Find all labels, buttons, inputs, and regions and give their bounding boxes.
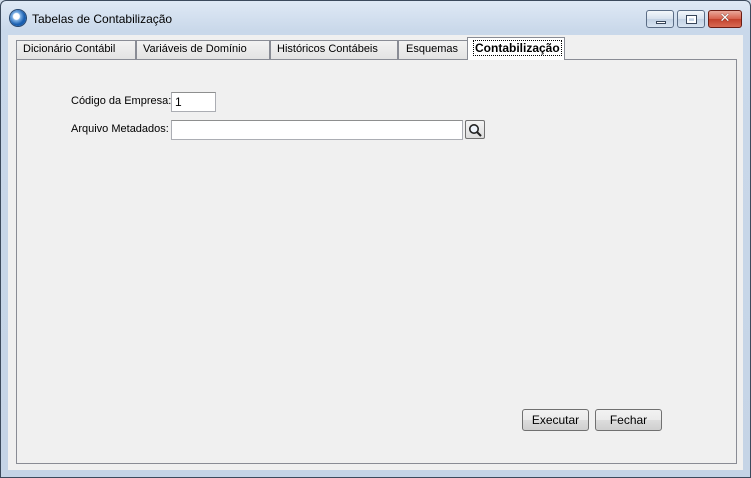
- empresa-code-input[interactable]: [171, 92, 216, 112]
- tab-label: Dicionário Contábil: [23, 43, 116, 55]
- search-icon: [469, 124, 482, 137]
- close-icon: ✕: [719, 11, 731, 26]
- browse-file-button[interactable]: [465, 120, 485, 139]
- maximize-button[interactable]: [677, 10, 705, 28]
- tab-esquemas[interactable]: Esquemas: [398, 40, 468, 59]
- minimize-button[interactable]: [646, 10, 674, 28]
- fechar-button[interactable]: Fechar: [595, 409, 662, 431]
- app-globe-icon: [10, 10, 26, 26]
- executar-button[interactable]: Executar: [522, 409, 589, 431]
- empresa-label: Código da Empresa:: [71, 95, 172, 107]
- tab-historicos-contabeis[interactable]: Históricos Contábeis: [270, 40, 398, 59]
- tab-label: Históricos Contábeis: [277, 43, 378, 55]
- main-window: Tabelas de Contabilização ✕ Dicionário C…: [0, 0, 751, 478]
- tab-variaveis-de-dominio[interactable]: Variáveis de Domínio: [136, 40, 270, 59]
- minimize-icon: [647, 11, 673, 27]
- tab-label: Variáveis de Domínio: [143, 43, 247, 55]
- tab-label: Contabilização: [473, 40, 562, 56]
- arquivo-metadados-input[interactable]: [171, 120, 463, 140]
- client-area: Dicionário Contábil Variáveis de Domínio…: [8, 35, 743, 470]
- tab-label: Esquemas: [406, 43, 458, 55]
- title-bar[interactable]: Tabelas de Contabilização ✕: [1, 1, 750, 35]
- tab-panel-contabilizacao: Código da Empresa: Arquivo Metadados: Ex…: [16, 59, 737, 464]
- tab-dicionario-contabil[interactable]: Dicionário Contábil: [16, 40, 136, 59]
- window-title: Tabelas de Contabilização: [32, 12, 173, 26]
- maximize-icon: [678, 11, 704, 27]
- close-button[interactable]: ✕: [708, 10, 742, 28]
- tab-contabilizacao[interactable]: Contabilização: [467, 37, 565, 60]
- arquivo-metadados-label: Arquivo Metadados:: [71, 123, 169, 135]
